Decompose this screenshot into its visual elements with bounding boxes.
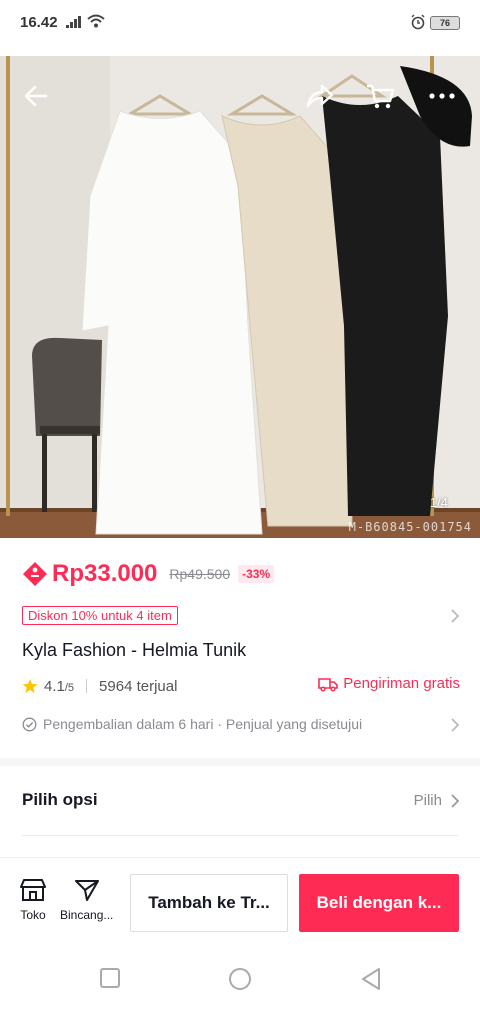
status-time: 16.42 — [20, 14, 58, 31]
product-image-gallery[interactable]: 1/4 M-B60845-001754 — [0, 56, 480, 538]
product-title: Kyla Fashion - Helmia Tunik — [22, 640, 247, 660]
product-photo — [0, 56, 480, 538]
recent-apps-icon[interactable] — [99, 967, 121, 989]
chevron-right-icon — [451, 718, 460, 732]
promo-row[interactable]: Diskon 10% untuk 4 item — [22, 606, 460, 628]
back-triangle-icon[interactable] — [360, 967, 382, 991]
alarm-icon — [411, 14, 425, 30]
discount-badge: -33% — [238, 565, 275, 583]
battery-indicator: 76 — [430, 16, 460, 30]
shop-icon — [20, 879, 46, 901]
wifi-icon — [87, 14, 105, 28]
chevron-right-icon — [451, 793, 460, 808]
select-options-row[interactable]: Pilih opsi Pilih — [22, 790, 460, 814]
system-navigation-bar — [0, 947, 480, 1010]
share-button[interactable] — [300, 76, 340, 116]
cart-button[interactable] — [360, 76, 400, 116]
chevron-right-icon — [451, 609, 460, 623]
free-shipping: Pengiriman gratis — [318, 675, 460, 692]
signal-icon — [66, 16, 81, 28]
send-chat-icon — [74, 880, 99, 901]
original-price: Rp49.500 — [169, 566, 231, 582]
bottom-action-bar: Toko Bincang... Tambah ke Tr... Beli den… — [0, 857, 480, 947]
return-policy-text: Pengembalian dalam 6 hari · Penjual yang… — [43, 716, 363, 732]
home-icon[interactable] — [228, 967, 252, 991]
chat-button[interactable]: Bincang... — [60, 878, 113, 922]
divider — [22, 835, 458, 836]
options-select-link[interactable]: Pilih — [414, 792, 460, 809]
share-icon — [306, 84, 334, 108]
return-policy-row[interactable]: Pengembalian dalam 6 hari · Penjual yang… — [22, 713, 460, 735]
price-row: Rp33.000 Rp49.500 -33% — [22, 558, 275, 590]
sold-count: 5964 terjual — [99, 677, 178, 695]
product-stats: 4.1/5 5964 terjual Pengiriman gratis — [22, 674, 460, 698]
options-title: Pilih opsi — [22, 790, 98, 809]
back-arrow-icon — [24, 85, 48, 107]
add-to-cart-button[interactable]: Tambah ke Tr... — [130, 874, 288, 932]
star-icon — [22, 679, 38, 693]
more-dots-icon — [429, 93, 455, 99]
image-watermark: M-B60845-001754 — [348, 520, 472, 534]
image-counter: 1/4 — [429, 495, 448, 510]
more-options-button[interactable] — [422, 76, 462, 116]
back-button[interactable] — [16, 76, 56, 116]
flash-sale-tag-icon — [23, 562, 47, 586]
rating: 4.1/5 — [44, 677, 75, 695]
buy-now-button[interactable]: Beli dengan k... — [299, 874, 459, 932]
shop-button[interactable]: Toko — [20, 878, 46, 922]
promo-tag: Diskon 10% untuk 4 item — [22, 606, 178, 625]
section-divider — [0, 758, 480, 766]
current-price: Rp33.000 — [52, 560, 158, 587]
status-bar: 16.42 76 — [0, 0, 480, 56]
check-circle-icon — [22, 717, 37, 731]
divider — [86, 679, 88, 693]
truck-icon — [318, 677, 339, 692]
cart-icon — [367, 84, 395, 109]
